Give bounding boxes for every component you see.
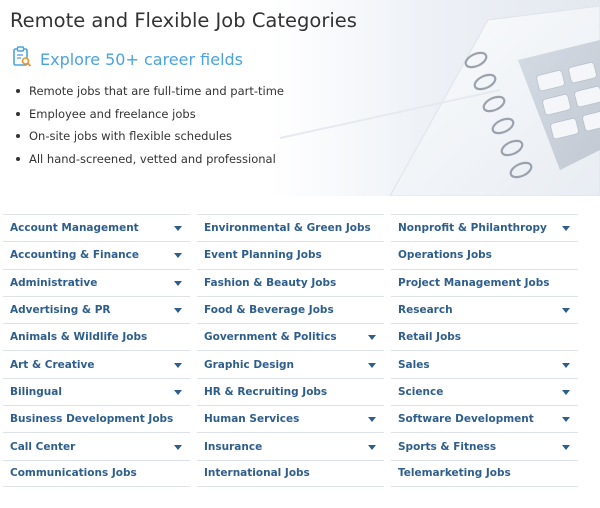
category-item[interactable]: Research bbox=[391, 295, 578, 323]
hero-banner: Remote and Flexible Job Categories Explo… bbox=[0, 0, 600, 196]
category-item[interactable]: International Jobs bbox=[197, 459, 384, 487]
category-link[interactable]: Research bbox=[398, 304, 453, 316]
category-item[interactable]: Sports & Fitness bbox=[391, 432, 578, 459]
category-link[interactable]: Event Planning Jobs bbox=[204, 249, 322, 261]
category-grid: Account Management Accounting & Finance Ad… bbox=[3, 214, 580, 502]
caret-down-icon[interactable] bbox=[174, 389, 182, 395]
bullet-text: Employee and freelance jobs bbox=[29, 106, 196, 121]
category-link[interactable]: Food & Beverage Jobs bbox=[204, 304, 334, 316]
category-item[interactable]: Operations Jobs bbox=[391, 241, 578, 268]
bullet-item: All hand-screened, vetted and profession… bbox=[16, 152, 284, 175]
caret-down-icon[interactable] bbox=[562, 444, 570, 450]
caret-down-icon[interactable] bbox=[368, 362, 376, 368]
category-link[interactable]: Software Development bbox=[398, 413, 534, 425]
category-item[interactable]: Fashion & Beauty Jobs bbox=[197, 268, 384, 296]
category-link[interactable]: Sports & Fitness bbox=[398, 441, 496, 453]
bullet-text: On-site jobs with flexible schedules bbox=[29, 129, 233, 144]
category-link[interactable]: HR & Recruiting Jobs bbox=[204, 386, 327, 398]
category-item[interactable]: Insurance bbox=[197, 432, 384, 459]
category-item[interactable]: Communications Jobs bbox=[3, 459, 190, 487]
category-item[interactable]: Nonprofit & Philanthropy bbox=[391, 214, 578, 241]
category-item[interactable]: Telemarketing Jobs bbox=[391, 459, 578, 487]
category-link[interactable]: Graphic Design bbox=[204, 359, 294, 371]
category-link[interactable]: Art & Creative bbox=[10, 359, 94, 371]
caret-down-icon[interactable] bbox=[562, 226, 570, 232]
clipboard-search-icon bbox=[12, 46, 32, 72]
explore-heading: Explore 50+ career fields bbox=[12, 46, 243, 72]
category-item[interactable]: Art & Creative bbox=[3, 350, 190, 377]
category-link[interactable]: Telemarketing Jobs bbox=[398, 467, 511, 479]
caret-down-icon[interactable] bbox=[174, 308, 182, 314]
bullet-dot-icon bbox=[16, 156, 20, 161]
category-item[interactable]: Retail Jobs bbox=[391, 323, 578, 350]
page-title: Remote and Flexible Job Categories bbox=[10, 9, 357, 32]
category-item[interactable]: Administrative bbox=[3, 268, 190, 296]
category-link[interactable]: Advertising & PR bbox=[10, 304, 111, 316]
caret-down-icon[interactable] bbox=[368, 444, 376, 450]
category-item[interactable]: Advertising & PR bbox=[3, 295, 190, 323]
category-link[interactable]: Administrative bbox=[10, 277, 97, 289]
category-item[interactable]: HR & Recruiting Jobs bbox=[197, 377, 384, 405]
category-item[interactable]: Software Development bbox=[391, 405, 578, 432]
category-link[interactable]: Call Center bbox=[10, 441, 75, 453]
category-item[interactable]: Environmental & Green Jobs bbox=[197, 214, 384, 241]
category-link[interactable]: Environmental & Green Jobs bbox=[204, 222, 371, 234]
category-link[interactable]: Nonprofit & Philanthropy bbox=[398, 222, 547, 234]
category-column: Account Management Accounting & Finance Ad… bbox=[3, 214, 190, 487]
category-link[interactable]: Science bbox=[398, 386, 443, 398]
caret-down-icon[interactable] bbox=[368, 335, 376, 341]
caret-down-icon[interactable] bbox=[174, 280, 182, 286]
category-link[interactable]: Fashion & Beauty Jobs bbox=[204, 277, 336, 289]
bullet-text: Remote jobs that are full-time and part-… bbox=[29, 84, 284, 98]
category-item[interactable]: Event Planning Jobs bbox=[197, 241, 384, 268]
category-link[interactable]: Communications Jobs bbox=[10, 467, 137, 479]
category-link[interactable]: Project Management Jobs bbox=[398, 277, 550, 289]
category-item[interactable]: Accounting & Finance bbox=[3, 241, 190, 268]
bullet-item: On-site jobs with flexible schedules bbox=[16, 129, 284, 152]
category-item[interactable]: Account Management bbox=[3, 214, 190, 241]
bullet-item: Employee and freelance jobs bbox=[16, 107, 284, 130]
bullet-text: All hand-screened, vetted and profession… bbox=[29, 151, 276, 166]
category-item[interactable]: Project Management Jobs bbox=[391, 268, 578, 296]
category-item[interactable]: Food & Beverage Jobs bbox=[197, 295, 384, 323]
category-item[interactable]: Bilingual bbox=[3, 377, 190, 405]
category-link[interactable]: Bilingual bbox=[10, 386, 62, 398]
caret-down-icon[interactable] bbox=[174, 362, 182, 368]
caret-down-icon[interactable] bbox=[174, 226, 182, 232]
bullet-dot-icon bbox=[16, 111, 20, 116]
category-link[interactable]: Accounting & Finance bbox=[10, 249, 139, 261]
category-column: Nonprofit & Philanthropy Operations Jobs P… bbox=[391, 214, 578, 487]
caret-down-icon[interactable] bbox=[174, 444, 182, 450]
category-column: Environmental & Green Jobs Event Planning… bbox=[197, 214, 384, 487]
category-link[interactable]: International Jobs bbox=[204, 467, 310, 479]
feature-bullet-list: Remote jobs that are full-time and part-… bbox=[16, 84, 284, 174]
category-link[interactable]: Government & Politics bbox=[204, 331, 337, 343]
category-item[interactable]: Human Services bbox=[197, 405, 384, 432]
category-item[interactable]: Business Development Jobs bbox=[3, 405, 190, 432]
category-item[interactable]: Sales bbox=[391, 350, 578, 377]
bullet-dot-icon bbox=[16, 89, 20, 93]
category-link[interactable]: Animals & Wildlife Jobs bbox=[10, 331, 147, 343]
caret-down-icon[interactable] bbox=[562, 389, 570, 395]
category-item[interactable]: Animals & Wildlife Jobs bbox=[3, 323, 190, 350]
category-link[interactable]: Human Services bbox=[204, 413, 299, 425]
explore-text: Explore 50+ career fields bbox=[40, 49, 244, 69]
category-link[interactable]: Account Management bbox=[10, 222, 139, 234]
category-link[interactable]: Insurance bbox=[204, 441, 262, 453]
category-link[interactable]: Business Development Jobs bbox=[10, 413, 173, 425]
category-item[interactable]: Graphic Design bbox=[197, 350, 384, 377]
bullet-item: Remote jobs that are full-time and part-… bbox=[16, 84, 284, 107]
caret-down-icon[interactable] bbox=[562, 308, 570, 314]
caret-down-icon[interactable] bbox=[368, 417, 376, 423]
category-link[interactable]: Operations Jobs bbox=[398, 249, 492, 261]
bullet-dot-icon bbox=[16, 134, 20, 139]
category-link[interactable]: Sales bbox=[398, 359, 430, 371]
caret-down-icon[interactable] bbox=[174, 253, 182, 259]
caret-down-icon[interactable] bbox=[562, 417, 570, 423]
caret-down-icon[interactable] bbox=[562, 362, 570, 368]
category-item[interactable]: Call Center bbox=[3, 432, 190, 459]
category-item[interactable]: Government & Politics bbox=[197, 323, 384, 350]
category-item[interactable]: Science bbox=[391, 377, 578, 405]
category-link[interactable]: Retail Jobs bbox=[398, 331, 461, 343]
